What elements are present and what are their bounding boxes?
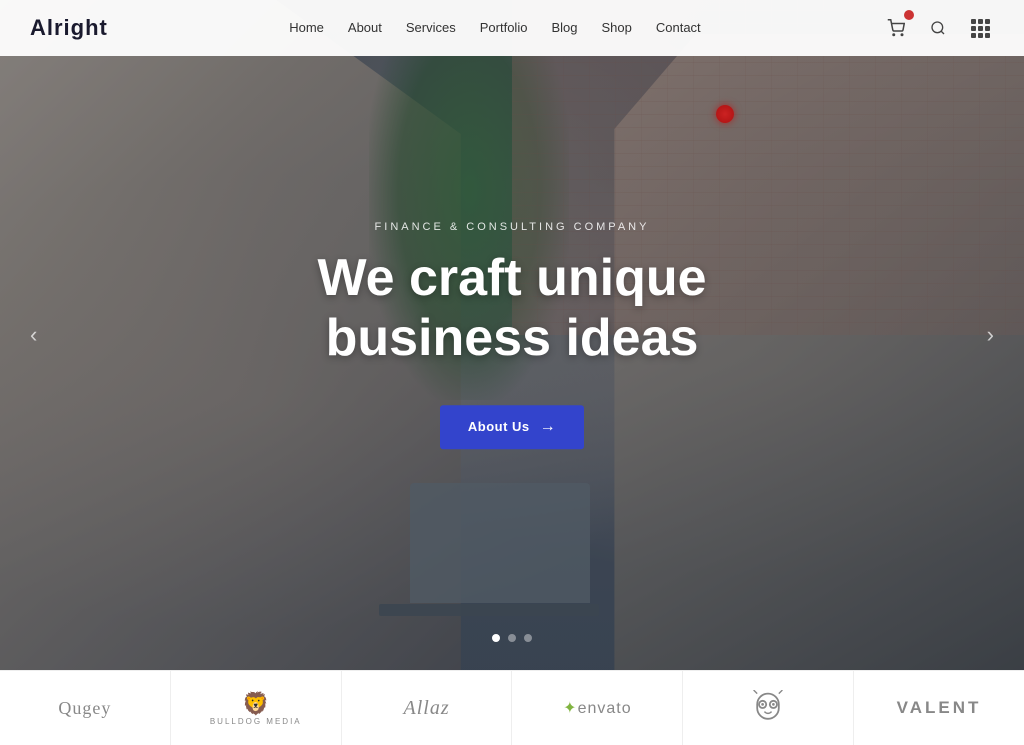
nav-contact[interactable]: Contact: [656, 20, 701, 35]
logo-valent: VALENT: [854, 671, 1024, 745]
logo-qugey-text: Qugey: [58, 698, 111, 719]
logo-qugey: Qugey: [0, 671, 171, 745]
hero-decoration-dot: [716, 105, 734, 123]
logo-envato: ✦envato: [512, 671, 683, 745]
laptop-base: [379, 604, 599, 616]
navbar-icons: [882, 14, 994, 42]
logo-envato-text: ✦envato: [563, 698, 631, 718]
hero-dot-2[interactable]: [508, 634, 516, 642]
grid-menu-button[interactable]: [966, 14, 994, 42]
nav-blog[interactable]: Blog: [551, 20, 577, 35]
cart-icon-wrap: [882, 14, 910, 42]
logo-allaz: Allaz: [342, 671, 513, 745]
cart-button[interactable]: [882, 14, 910, 42]
hero-title: We craft unique business ideas: [212, 249, 812, 369]
grid-icon: [971, 19, 990, 38]
hero-subtitle: Finance & Consulting Company: [212, 221, 812, 233]
logo-owl: [683, 671, 854, 745]
hero-cta-button[interactable]: About Us →: [440, 405, 584, 449]
logo-valent-text: VALENT: [897, 698, 982, 718]
hero-dot-1[interactable]: [492, 634, 500, 642]
logo-bulldog: 🦁 BULLDOG MEDIA: [171, 671, 342, 745]
cart-badge: [904, 10, 914, 20]
hero-cta-arrow: →: [540, 418, 557, 436]
hero-dot-3[interactable]: [524, 634, 532, 642]
logo-bulldog-text: BULLDOG MEDIA: [210, 717, 302, 726]
logos-section: Qugey 🦁 BULLDOG MEDIA Allaz ✦envato VALE…: [0, 670, 1024, 745]
hero-prev-arrow[interactable]: ‹: [20, 312, 47, 358]
logo-bulldog-wrap: 🦁 BULLDOG MEDIA: [210, 691, 302, 726]
logo-bulldog-icon: 🦁: [242, 691, 269, 717]
logo-allaz-text: Allaz: [404, 697, 450, 720]
brand-logo[interactable]: Alright: [30, 15, 108, 41]
navbar: Alright Home About Services Portfolio Bl…: [0, 0, 1024, 56]
laptop-screen: [410, 483, 590, 603]
nav-shop[interactable]: Shop: [601, 20, 631, 35]
search-button[interactable]: [924, 14, 952, 42]
hero-content: Finance & Consulting Company We craft un…: [212, 221, 812, 449]
nav-menu: Home About Services Portfolio Blog Shop …: [289, 19, 700, 37]
nav-about[interactable]: About: [348, 20, 382, 35]
nav-home[interactable]: Home: [289, 20, 324, 35]
nav-portfolio[interactable]: Portfolio: [480, 20, 528, 35]
hero-dots: [492, 634, 532, 642]
hero-cta-label: About Us: [468, 419, 530, 434]
nav-services[interactable]: Services: [406, 20, 456, 35]
hero-section: Finance & Consulting Company We craft un…: [0, 0, 1024, 670]
logo-owl-icon: [750, 690, 786, 726]
hero-next-arrow[interactable]: ›: [977, 312, 1004, 358]
